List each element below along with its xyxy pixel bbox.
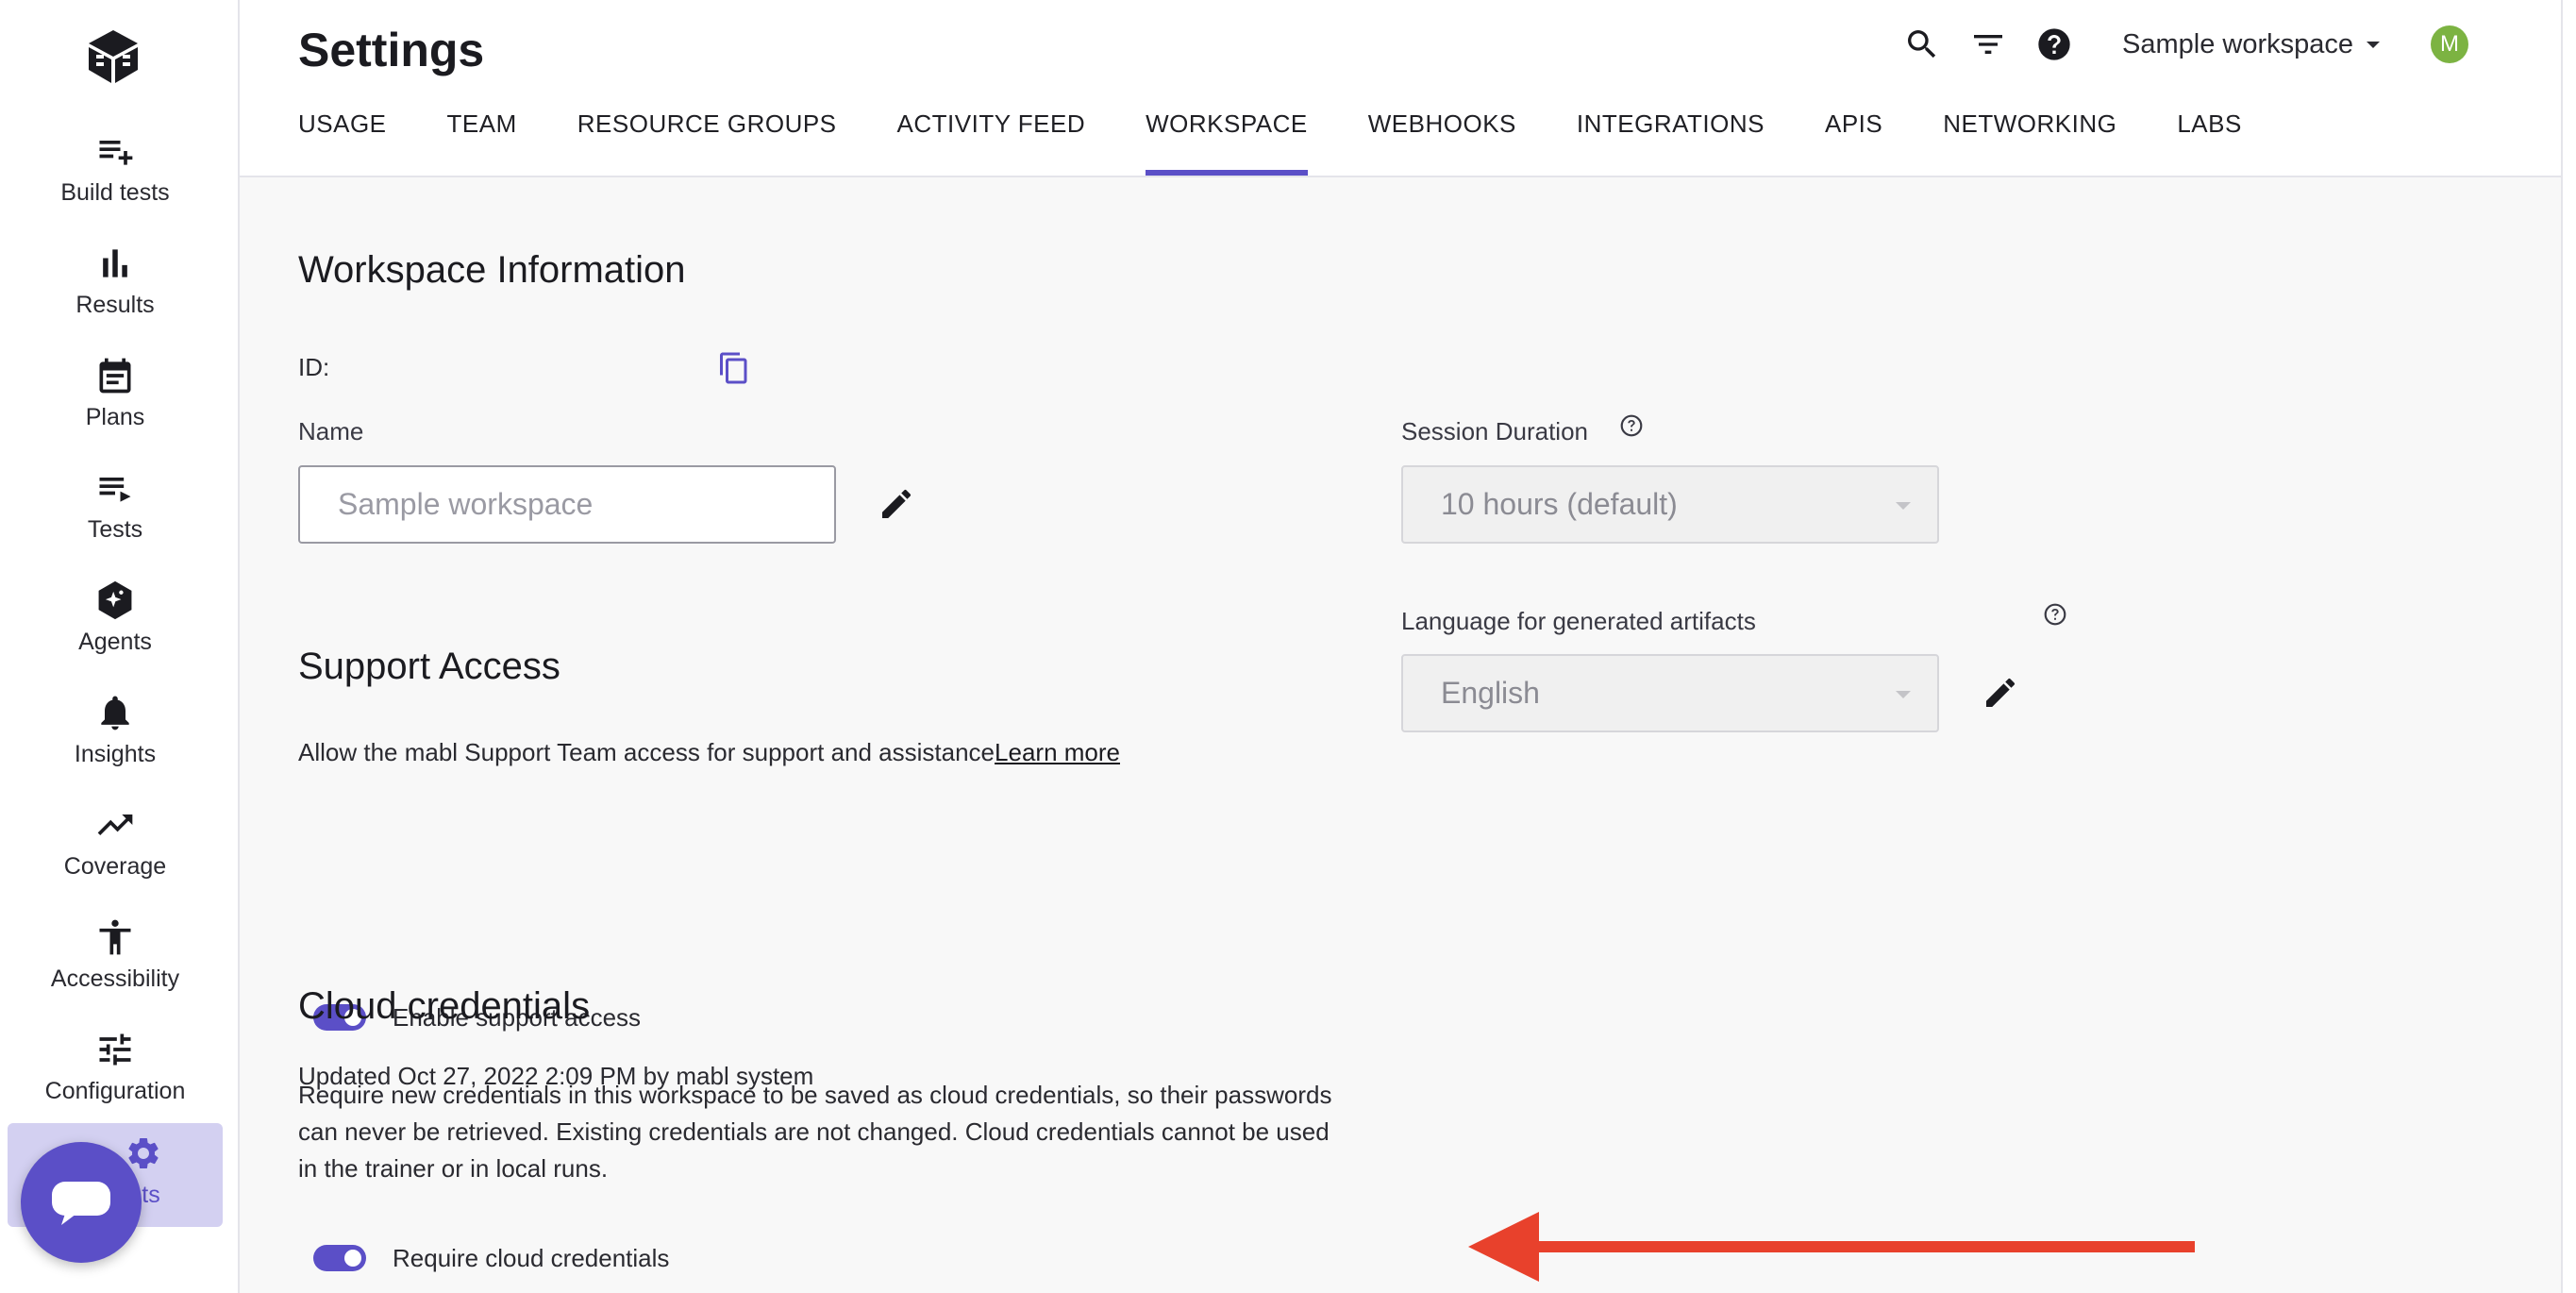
tab-team[interactable]: TEAM bbox=[447, 106, 517, 176]
session-duration-label: Session Duration bbox=[1401, 417, 1588, 445]
avatar[interactable]: M bbox=[2431, 25, 2468, 63]
help-icon[interactable] bbox=[2033, 24, 2075, 65]
learn-more-link[interactable]: Learn more bbox=[995, 738, 1120, 766]
support-access-heading: Support Access bbox=[298, 646, 560, 687]
require-cloud-credentials-label: Require cloud credentials bbox=[393, 1244, 670, 1272]
sidebar-item-results[interactable]: Results bbox=[8, 233, 223, 337]
sidebar-item-insights[interactable]: Insights bbox=[8, 682, 223, 786]
support-access-text: Allow the mabl Support Team access for s… bbox=[298, 738, 995, 766]
tab-integrations[interactable]: INTEGRATIONS bbox=[1577, 106, 1765, 176]
workspace-selector[interactable]: Sample workspace bbox=[2122, 29, 2380, 60]
bell-icon bbox=[94, 692, 136, 733]
tab-workspace[interactable]: WORKSPACE bbox=[1146, 106, 1308, 176]
support-access-description: Allow the mabl Support Team access for s… bbox=[298, 734, 1120, 771]
sidebar-item-label: Insights bbox=[74, 741, 157, 767]
tab-resource-groups[interactable]: RESOURCE GROUPS bbox=[577, 106, 837, 176]
tab-usage[interactable]: USAGE bbox=[298, 106, 387, 176]
sidebar-item-tests[interactable]: Tests bbox=[8, 458, 223, 562]
sidebar-item-label: Tests bbox=[87, 516, 143, 543]
sidebar-item-plans[interactable]: Plans bbox=[8, 345, 223, 449]
page-title: Settings bbox=[298, 24, 485, 76]
workspace-name-input[interactable]: Sample workspace bbox=[298, 465, 836, 544]
tab-networking[interactable]: NETWORKING bbox=[1943, 106, 2116, 176]
accessibility-icon bbox=[94, 916, 136, 958]
chat-bubble-icon bbox=[52, 1182, 110, 1225]
cloud-credentials-heading: Cloud credentials bbox=[298, 985, 591, 1027]
cloud-credentials-line: Require new credentials in this workspac… bbox=[298, 1081, 1332, 1109]
sidebar: Build tests Results Plans Tests Agents I… bbox=[0, 0, 240, 1293]
copy-icon[interactable] bbox=[711, 345, 757, 391]
cloud-credentials-line: in the trainer or in local runs. bbox=[298, 1154, 609, 1183]
header: Settings USAGE TEAM RESOURCE GROUPS ACTI… bbox=[240, 0, 2563, 177]
caret-down-icon bbox=[2367, 41, 2380, 48]
session-duration-select[interactable]: 10 hours (default) bbox=[1401, 465, 1939, 544]
workspace-name: Sample workspace bbox=[2122, 28, 2353, 59]
search-icon[interactable] bbox=[1901, 24, 1943, 65]
sidebar-item-coverage[interactable]: Coverage bbox=[8, 795, 223, 898]
tab-activity-feed[interactable]: ACTIVITY FEED bbox=[897, 106, 1086, 176]
require-cloud-credentials-toggle[interactable] bbox=[313, 1245, 366, 1271]
language-help-icon[interactable] bbox=[2043, 602, 2067, 627]
sidebar-item-label: Accessibility bbox=[50, 966, 180, 992]
sidebar-item-label: Plans bbox=[85, 404, 145, 430]
annotation-arrow-icon bbox=[1468, 1212, 2195, 1282]
name-label: Name bbox=[298, 417, 364, 445]
session-duration-help-icon[interactable] bbox=[1619, 413, 1644, 438]
header-tools: Sample workspace M bbox=[1877, 21, 2468, 68]
sparkle-hexagon-icon bbox=[94, 579, 136, 621]
calendar-icon bbox=[94, 355, 136, 396]
session-duration-value: 10 hours (default) bbox=[1441, 487, 1678, 521]
sidebar-item-build-tests[interactable]: Build tests bbox=[8, 121, 223, 225]
edit-name-pencil-icon[interactable] bbox=[874, 481, 919, 527]
workspace-name-placeholder: Sample workspace bbox=[338, 487, 594, 521]
workspace-information-heading: Workspace Information bbox=[298, 249, 686, 291]
window-scrollbar[interactable] bbox=[2561, 0, 2576, 1293]
filter-icon[interactable] bbox=[1967, 24, 2009, 65]
sidebar-item-configuration[interactable]: Configuration bbox=[8, 1019, 223, 1123]
sidebar-item-label: ts bbox=[142, 1182, 160, 1208]
caret-down-icon bbox=[1896, 690, 1911, 698]
toggle-knob bbox=[344, 1250, 361, 1267]
language-label: Language for generated artifacts bbox=[1401, 607, 1756, 635]
tab-webhooks[interactable]: WEBHOOKS bbox=[1368, 106, 1516, 176]
tab-labs[interactable]: LABS bbox=[2177, 106, 2242, 176]
sidebar-item-accessibility[interactable]: Accessibility bbox=[8, 907, 223, 1011]
id-label: ID: bbox=[298, 353, 330, 381]
sidebar-item-label: Agents bbox=[78, 629, 152, 655]
caret-down-icon bbox=[1896, 501, 1911, 510]
cloud-credentials-line: can never be retrieved. Existing credent… bbox=[298, 1117, 1330, 1146]
settings-tabs: USAGE TEAM RESOURCE GROUPS ACTIVITY FEED… bbox=[298, 106, 2302, 176]
sidebar-item-label: Configuration bbox=[44, 1078, 186, 1104]
sidebar-item-agents[interactable]: Agents bbox=[8, 570, 223, 674]
list-icon bbox=[94, 467, 136, 509]
mabl-logo-icon[interactable] bbox=[83, 26, 143, 87]
sidebar-item-label: Results bbox=[75, 292, 155, 318]
main-content: Workspace Information ID: Name Sample wo… bbox=[240, 177, 2563, 1293]
build-tests-icon bbox=[94, 130, 136, 172]
tab-apis[interactable]: APIS bbox=[1825, 106, 1882, 176]
cloud-credentials-description: Require new credentials in this workspac… bbox=[298, 1077, 1331, 1187]
edit-language-pencil-icon[interactable] bbox=[1978, 670, 2023, 715]
chat-button[interactable] bbox=[21, 1142, 142, 1263]
language-select[interactable]: English bbox=[1401, 654, 1939, 732]
sidebar-item-label: Coverage bbox=[63, 853, 167, 880]
sidebar-item-label: Build tests bbox=[60, 179, 170, 206]
language-value: English bbox=[1441, 676, 1540, 710]
sliders-icon bbox=[94, 1029, 136, 1070]
bar-chart-icon bbox=[94, 243, 136, 284]
trending-up-icon bbox=[94, 804, 136, 846]
